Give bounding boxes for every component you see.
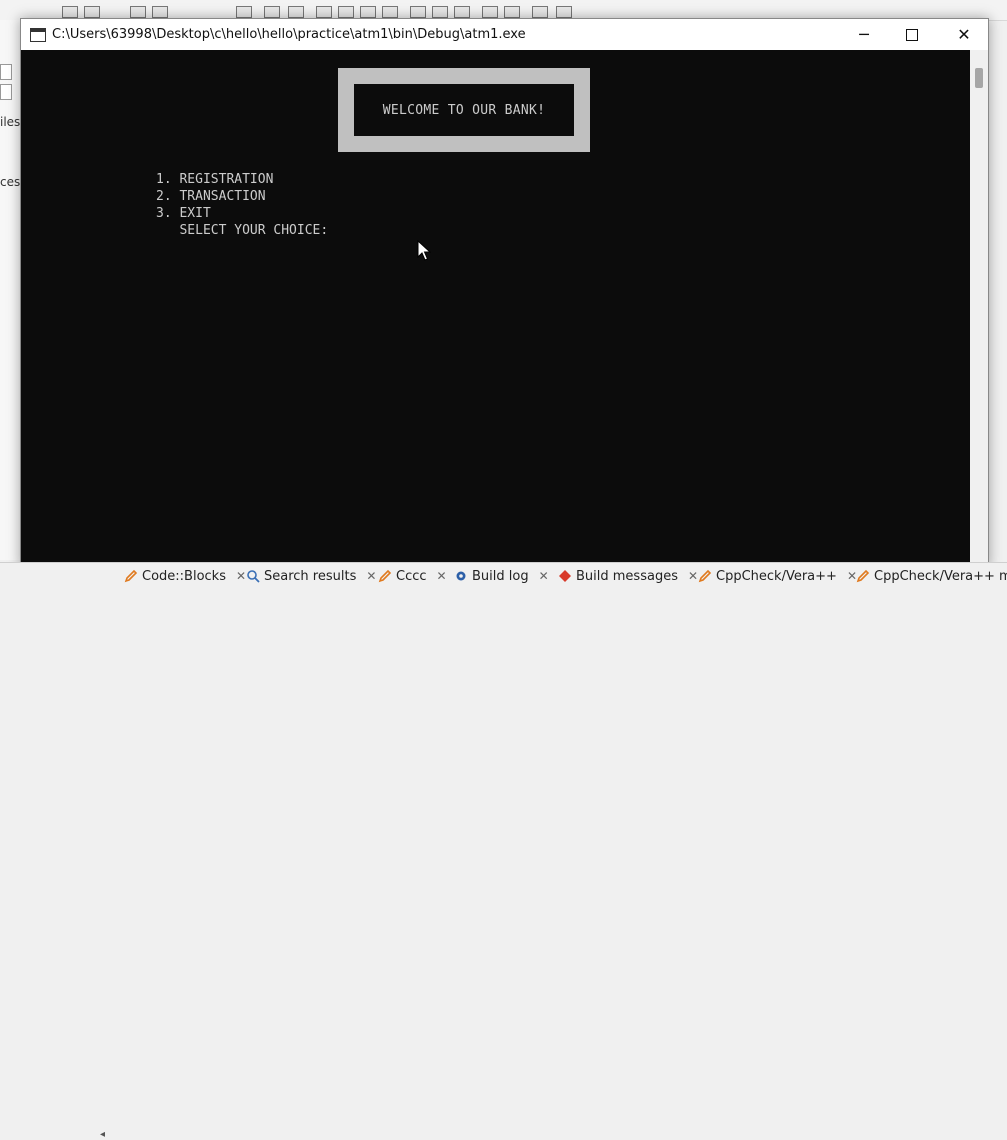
pencil-icon xyxy=(856,569,870,583)
main-menu: 1. REGISTRATION 2. TRANSACTION 3. EXIT S… xyxy=(156,171,328,239)
search-icon xyxy=(247,570,260,583)
close-tab-icon[interactable]: ✕ xyxy=(688,569,698,583)
close-tab-icon[interactable]: ✕ xyxy=(366,569,376,583)
console-window: C:\Users\63998\Desktop\c\hello\hello\pra… xyxy=(20,18,989,568)
toolbar-icon[interactable] xyxy=(338,6,354,18)
pencil-icon xyxy=(378,569,392,583)
menu-option-transaction: 2. TRANSACTION xyxy=(156,189,266,204)
window-title: C:\Users\63998\Desktop\c\hello\hello\pra… xyxy=(52,27,526,42)
toolbar-icon[interactable] xyxy=(482,6,498,18)
toolbar-icon[interactable] xyxy=(382,6,398,18)
close-icon: ✕ xyxy=(957,25,971,44)
tab-label: Search results xyxy=(264,568,357,584)
maximize-button[interactable] xyxy=(889,19,935,50)
welcome-text: WELCOME TO OUR BANK! xyxy=(382,102,546,118)
toolbar-icon[interactable] xyxy=(504,6,520,18)
welcome-banner-inner: WELCOME TO OUR BANK! xyxy=(354,84,574,136)
tab-cccc[interactable]: Cccc ✕ xyxy=(378,566,447,586)
menu-option-registration: 1. REGISTRATION xyxy=(156,172,274,187)
console-output[interactable]: WELCOME TO OUR BANK! 1. REGISTRATION 2. … xyxy=(21,50,970,567)
gear-icon xyxy=(456,571,466,581)
tab-code-blocks[interactable]: Code::Blocks ✕ xyxy=(124,566,246,586)
toolbar-icon[interactable] xyxy=(62,6,78,18)
toolbar-icon[interactable] xyxy=(84,6,100,18)
pencil-icon xyxy=(698,569,712,583)
choice-prompt: SELECT YOUR CHOICE: xyxy=(156,223,329,238)
tab-label: CppCheck/Vera++ xyxy=(716,568,837,584)
toolbar-icon[interactable] xyxy=(432,6,448,18)
ide-left-panel: iles ces xyxy=(0,20,21,560)
panel-icon[interactable] xyxy=(0,84,12,100)
tab-label: Build log xyxy=(472,568,529,584)
panel-icon[interactable] xyxy=(0,64,12,80)
toolbar-icon[interactable] xyxy=(532,6,548,18)
minimize-icon: ─ xyxy=(859,25,869,44)
tab-build-log[interactable]: Build log ✕ xyxy=(454,566,549,586)
menu-option-exit: 3. EXIT xyxy=(156,206,211,221)
tab-label: CppCheck/Vera++ mes xyxy=(874,568,1007,584)
title-bar[interactable]: C:\Users\63998\Desktop\c\hello\hello\pra… xyxy=(21,19,988,50)
tab-label: Cccc xyxy=(396,568,427,584)
mouse-pointer-icon xyxy=(417,240,431,261)
toolbar-icon[interactable] xyxy=(454,6,470,18)
scrollbar-thumb[interactable] xyxy=(975,68,983,88)
toolbar-icon[interactable] xyxy=(360,6,376,18)
ide-bottom-tabs: ◂ Code::Blocks ✕ Search results ✕ Cccc ✕… xyxy=(0,562,1007,1140)
close-tab-icon[interactable]: ✕ xyxy=(539,569,549,583)
tab-search-results[interactable]: Search results ✕ xyxy=(246,566,376,586)
diamond-icon xyxy=(559,570,571,582)
console-app-icon xyxy=(30,27,46,42)
close-tab-icon[interactable]: ✕ xyxy=(236,569,246,583)
panel-label[interactable]: ces xyxy=(0,175,20,189)
tab-cppcheck-vera-messages[interactable]: CppCheck/Vera++ mes xyxy=(856,566,1007,586)
minimize-button[interactable]: ─ xyxy=(841,19,887,50)
toolbar-icon[interactable] xyxy=(316,6,332,18)
toolbar-icon[interactable] xyxy=(130,6,146,18)
tab-label: Code::Blocks xyxy=(142,568,226,584)
toolbar-icon[interactable] xyxy=(264,6,280,18)
vertical-scrollbar[interactable] xyxy=(970,50,988,567)
close-tab-icon[interactable]: ✕ xyxy=(437,569,447,583)
tab-cppcheck-vera[interactable]: CppCheck/Vera++ ✕ xyxy=(698,566,857,586)
toolbar-icon[interactable] xyxy=(152,6,168,18)
toolbar-icon[interactable] xyxy=(556,6,572,18)
tabs-scroll-left-icon[interactable]: ◂ xyxy=(100,1129,105,1140)
tab-label: Build messages xyxy=(576,568,678,584)
welcome-banner: WELCOME TO OUR BANK! xyxy=(338,68,590,152)
tab-build-messages[interactable]: Build messages ✕ xyxy=(558,566,698,586)
toolbar-icon[interactable] xyxy=(236,6,252,18)
toolbar-icon[interactable] xyxy=(410,6,426,18)
toolbar-icon[interactable] xyxy=(288,6,304,18)
maximize-icon xyxy=(906,28,918,41)
close-button[interactable]: ✕ xyxy=(941,19,987,50)
panel-label[interactable]: iles xyxy=(0,115,20,129)
pencil-icon xyxy=(124,569,138,583)
